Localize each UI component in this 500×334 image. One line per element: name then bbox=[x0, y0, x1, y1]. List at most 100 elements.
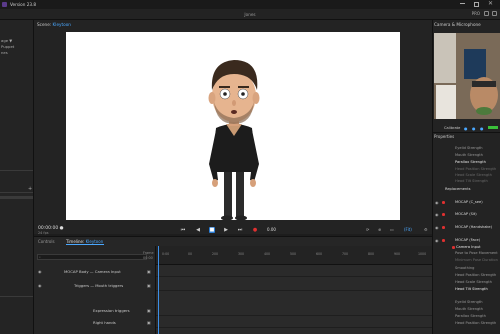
visibility-icon[interactable]: ◉ bbox=[38, 283, 42, 288]
title-bar: Version 23.8 ✕ bbox=[0, 0, 500, 9]
record-icon[interactable]: ● bbox=[252, 227, 258, 233]
lock-icon[interactable]: ▣ bbox=[147, 283, 151, 288]
track-row-right-hands[interactable]: Right hands bbox=[93, 320, 116, 325]
property-item[interactable]: Minimum Pose Duration bbox=[455, 258, 498, 262]
audio-level-meter bbox=[488, 126, 498, 129]
property-item[interactable]: Eyelid Strength bbox=[455, 300, 483, 304]
screen-icon[interactable]: ▭ bbox=[390, 227, 394, 232]
ruler-tick: 200 bbox=[212, 252, 219, 256]
visibility-icon[interactable]: ◉ bbox=[435, 225, 439, 230]
property-item[interactable]: Mouth Strength bbox=[455, 153, 483, 157]
property-item[interactable]: Head Position Strength bbox=[455, 321, 496, 325]
left-item-2[interactable]: nes bbox=[1, 50, 8, 55]
track-row-expression-triggers[interactable]: Expression triggers bbox=[93, 308, 130, 313]
camera-icon[interactable]: ● bbox=[472, 126, 476, 131]
behavior-active-dot bbox=[442, 226, 445, 229]
settings-icon[interactable]: ⚙ bbox=[424, 227, 428, 232]
property-item[interactable]: Head Tilt Strength bbox=[455, 179, 488, 183]
fps-label: 24 fps bbox=[38, 231, 49, 235]
behavior-section[interactable]: MOCAP (C_see) bbox=[455, 200, 483, 204]
behavior-active-dot bbox=[442, 239, 445, 242]
property-item[interactable]: Head Position Strength bbox=[455, 167, 496, 171]
property-item[interactable]: Camera Input bbox=[456, 245, 481, 249]
ruler-tick: 500 bbox=[290, 252, 297, 256]
behavior-section[interactable]: MOCAP (Handshake) bbox=[455, 225, 492, 229]
track-row-mocap-body[interactable]: MOCAP Body — Camera Input bbox=[64, 269, 121, 274]
left-item-1[interactable]: Puppet bbox=[1, 44, 14, 49]
behavior-active-dot bbox=[442, 201, 445, 204]
replacements-section[interactable]: Replacements bbox=[445, 187, 471, 191]
tab-controls[interactable]: Controls bbox=[38, 239, 55, 244]
behavior-section[interactable]: MOCAP (Sit) bbox=[455, 212, 477, 216]
property-item[interactable]: Mouth Strength bbox=[455, 307, 483, 311]
loop-icon[interactable]: ⟳ bbox=[366, 227, 369, 232]
track-divider bbox=[156, 276, 432, 277]
maximize-button[interactable] bbox=[474, 2, 479, 7]
lock-icon[interactable]: ▣ bbox=[147, 308, 151, 313]
playhead[interactable] bbox=[158, 246, 159, 334]
window-title: Version 23.8 bbox=[10, 2, 37, 7]
visibility-icon[interactable]: ◉ bbox=[435, 200, 439, 205]
property-item[interactable]: Head Scale Strength bbox=[455, 173, 492, 177]
property-item[interactable]: Pose to Pose Movement bbox=[455, 251, 498, 255]
track-row-triggers[interactable]: Triggers — Mouth triggers bbox=[74, 283, 123, 288]
pro-label: PRO bbox=[471, 11, 480, 16]
step-back-icon[interactable]: ◀ bbox=[195, 227, 201, 233]
scene-tab-prefix: Scene: bbox=[37, 22, 52, 27]
camera-panel-title: Camera & Microphone bbox=[434, 22, 481, 27]
audio-icon[interactable]: ● bbox=[480, 126, 484, 131]
divider bbox=[0, 170, 33, 171]
go-to-end-icon[interactable]: ⏭ bbox=[237, 227, 243, 233]
active-tab-indicator bbox=[66, 244, 104, 245]
left-item-0[interactable]: age ▼ bbox=[1, 38, 12, 43]
ruler-tick: 800 bbox=[368, 252, 375, 256]
seconds-label: 00:00 bbox=[143, 256, 153, 260]
visibility-icon[interactable]: ◉ bbox=[435, 238, 439, 243]
ruler-tick: 0:00 bbox=[162, 252, 170, 256]
ruler-tick: 1000 bbox=[418, 252, 427, 256]
property-item[interactable]: Smoothing bbox=[455, 266, 474, 270]
visibility-icon[interactable]: ◉ bbox=[435, 212, 439, 217]
playback-time[interactable]: 0.00 bbox=[267, 227, 276, 232]
property-item[interactable]: Parallax Strength bbox=[455, 314, 486, 318]
lock-icon[interactable]: ▣ bbox=[147, 269, 151, 274]
left-panel: age ▼ Puppet nes + bbox=[0, 20, 34, 334]
divider bbox=[0, 296, 33, 297]
property-item[interactable]: Head Scale Strength bbox=[455, 280, 492, 284]
divider bbox=[432, 132, 500, 133]
calibrate-button[interactable]: Calibrate bbox=[444, 126, 460, 130]
user-icon[interactable] bbox=[492, 11, 497, 16]
app-icon bbox=[2, 2, 7, 7]
rehearse-icon[interactable]: ⊕ bbox=[378, 227, 381, 232]
add-icon[interactable]: + bbox=[28, 186, 32, 192]
zoom-select[interactable]: (Fit) bbox=[404, 227, 412, 232]
play-icon[interactable]: ▶ bbox=[223, 227, 229, 233]
scene-stage[interactable] bbox=[66, 32, 400, 221]
go-to-start-icon[interactable]: ⏮ bbox=[180, 227, 186, 233]
ruler-tick: 600 bbox=[316, 252, 323, 256]
visibility-icon[interactable]: ◉ bbox=[38, 269, 42, 274]
timeline-search-input[interactable]: ⌕ bbox=[37, 254, 147, 260]
behavior-active-dot bbox=[442, 213, 445, 216]
close-button[interactable]: ✕ bbox=[488, 0, 493, 7]
properties-title: Properties bbox=[434, 134, 455, 139]
property-item[interactable]: Eyelid Strength bbox=[455, 146, 483, 150]
track-divider bbox=[156, 327, 432, 328]
scrollbar[interactable] bbox=[0, 196, 33, 199]
property-item[interactable]: Parallax Strength bbox=[455, 160, 486, 164]
mic-icon[interactable]: ● bbox=[464, 126, 468, 131]
ruler-tick: 00 bbox=[188, 252, 193, 256]
lock-icon[interactable]: ▣ bbox=[147, 320, 151, 325]
ruler-tick: 300 bbox=[238, 252, 245, 256]
ruler-tick: 900 bbox=[394, 252, 401, 256]
document-title: Jones bbox=[244, 12, 256, 17]
search-icon: ⌕ bbox=[39, 255, 41, 259]
help-icon[interactable] bbox=[484, 11, 489, 16]
scene-tab[interactable]: Scene: Kleytoon bbox=[37, 22, 71, 27]
puppet-character[interactable] bbox=[66, 32, 400, 221]
stop-button[interactable]: ■ bbox=[209, 227, 215, 233]
property-item[interactable]: Head Position Strength bbox=[455, 273, 496, 277]
property-item[interactable]: Head Tilt Strength bbox=[455, 287, 488, 291]
minimize-button[interactable] bbox=[460, 3, 465, 4]
behavior-section[interactable]: MOCAP (Face) bbox=[455, 238, 480, 242]
